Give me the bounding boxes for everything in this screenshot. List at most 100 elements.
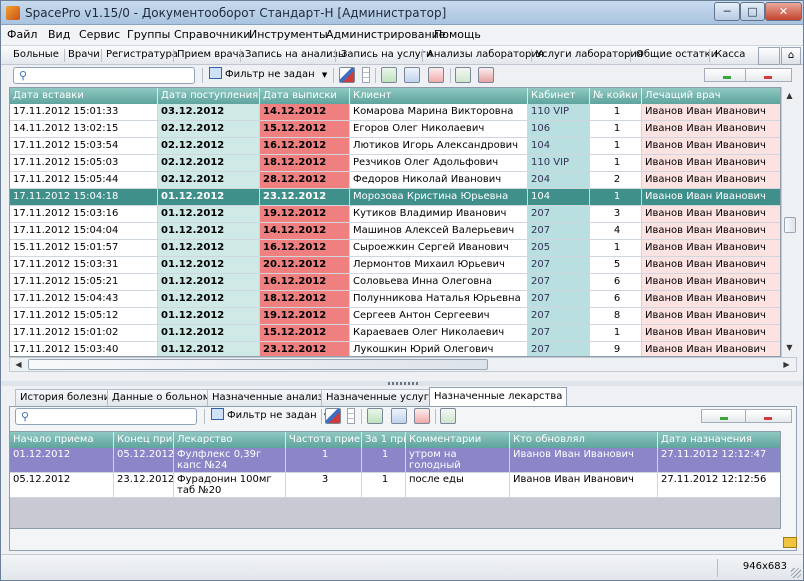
menu-references[interactable]: Справочники bbox=[174, 28, 250, 41]
add-record-icon[interactable] bbox=[367, 408, 383, 424]
detail-layout-red-button[interactable] bbox=[745, 409, 792, 423]
col-header-bed[interactable]: № койки bbox=[590, 88, 642, 104]
col-header-discharge[interactable]: Дата выписки bbox=[260, 88, 350, 104]
cell-doctor: Иванов Иван Иванович bbox=[642, 104, 780, 120]
scroll-up-icon[interactable]: ▲ bbox=[783, 89, 796, 102]
table-row[interactable]: 17.11.2012 15:03:16 01.12.2012 19.12.2012 К… bbox=[10, 206, 780, 223]
nav-lab-services[interactable]: Услуги лаборатория bbox=[536, 49, 643, 60]
scroll-left-icon[interactable]: ◀ bbox=[12, 358, 25, 371]
table-row[interactable]: 17.11.2012 15:05:44 02.12.2012 28.12.2012 Ф… bbox=[10, 172, 780, 189]
col-header-start[interactable]: Начало приема bbox=[10, 432, 114, 448]
nav-doctors[interactable]: Врачи bbox=[68, 49, 100, 60]
main-filter-button[interactable]: Фильтр не задан ▼ bbox=[209, 67, 327, 84]
col-header-inserted[interactable]: Дата вставки bbox=[10, 88, 158, 104]
table-row[interactable]: 15.11.2012 15:01:57 01.12.2012 16.12.2012 С… bbox=[10, 240, 780, 257]
col-header-assigned[interactable]: Дата назначения bbox=[658, 432, 780, 448]
table-row[interactable]: 05.12.2012 23.12.2012 Фурадонин 100мг таб … bbox=[10, 473, 780, 498]
app-logo-icon bbox=[6, 6, 20, 20]
menu-view[interactable]: Вид bbox=[48, 28, 70, 41]
menu-administration[interactable]: Администрирование bbox=[326, 28, 446, 41]
export-icon[interactable] bbox=[440, 408, 456, 424]
col-header-doctor[interactable]: Лечащий врач bbox=[642, 88, 780, 104]
main-search-input[interactable]: ⚲ bbox=[13, 67, 195, 84]
menu-file[interactable]: Файл bbox=[7, 28, 37, 41]
table-row[interactable]: 17.11.2012 15:05:21 01.12.2012 16.12.2012 С… bbox=[10, 274, 780, 291]
delete-record-icon[interactable] bbox=[428, 67, 444, 83]
col-header-updated-by[interactable]: Кто обновлял bbox=[510, 432, 658, 448]
tab-patient-data[interactable]: Данные о больном bbox=[107, 389, 216, 406]
table-row[interactable]: 17.11.2012 15:01:33 03.12.2012 14.12.2012 К… bbox=[10, 104, 780, 121]
tab-assigned-services[interactable]: Назначенные услуги bbox=[321, 389, 441, 406]
table-row[interactable]: 01.12.2012 05.12.2012 Фулфлекс 0,39г капс … bbox=[10, 448, 780, 473]
calendar-icon[interactable] bbox=[339, 67, 355, 83]
nav-stock[interactable]: Общие остатки bbox=[636, 49, 717, 60]
cell-room: 207 bbox=[528, 342, 590, 356]
table-row[interactable]: 17.11.2012 15:04:43 01.12.2012 18.12.2012 П… bbox=[10, 291, 780, 308]
table-row[interactable]: 17.11.2012 15:04:04 01.12.2012 14.12.2012 М… bbox=[10, 223, 780, 240]
nav-pin-icon[interactable]: ⌂ bbox=[781, 47, 801, 65]
table-row[interactable]: 17.11.2012 15:03:31 01.12.2012 20.12.2012 Л… bbox=[10, 257, 780, 274]
print-icon[interactable] bbox=[478, 67, 494, 83]
resize-grip-icon[interactable] bbox=[791, 568, 801, 578]
export-icon[interactable] bbox=[455, 67, 471, 83]
col-header-per-dose[interactable]: За 1 при bbox=[362, 432, 406, 448]
layout-red-button[interactable] bbox=[745, 68, 792, 82]
column-chooser-icon[interactable] bbox=[362, 67, 370, 83]
layout-green-button[interactable] bbox=[704, 68, 751, 82]
edit-record-icon[interactable] bbox=[404, 67, 420, 83]
menu-service[interactable]: Сервис bbox=[79, 28, 120, 41]
menu-tools[interactable]: Инструменты bbox=[249, 28, 328, 41]
nav-home-icon[interactable] bbox=[758, 47, 780, 65]
close-button[interactable]: ✕ bbox=[765, 2, 802, 21]
nav-analysis-booking[interactable]: Запись на анализы bbox=[245, 49, 346, 60]
menu-help[interactable]: Помощь bbox=[434, 28, 481, 41]
col-header-admission[interactable]: Дата поступления bbox=[158, 88, 260, 104]
table-row[interactable]: 17.11.2012 15:04:18 01.12.2012 23.12.2012 М… bbox=[10, 189, 780, 206]
table-row[interactable]: 17.11.2012 15:01:02 01.12.2012 15.12.2012 К… bbox=[10, 325, 780, 342]
col-header-comment[interactable]: Комментарии bbox=[406, 432, 510, 448]
scroll-right-icon[interactable]: ▶ bbox=[780, 358, 793, 371]
cell-bed: 6 bbox=[590, 291, 642, 307]
table-row[interactable]: 17.11.2012 15:03:54 02.12.2012 16.12.2012 Л… bbox=[10, 138, 780, 155]
table-row[interactable]: 17.11.2012 15:05:12 01.12.2012 19.12.2012 С… bbox=[10, 308, 780, 325]
col-header-drug[interactable]: Лекарство bbox=[174, 432, 286, 448]
hscroll-thumb[interactable] bbox=[28, 359, 488, 370]
detail-filter-button[interactable]: Фильтр не задан ▼ bbox=[211, 408, 329, 425]
cell-bed: 2 bbox=[590, 172, 642, 188]
patients-grid-hscrollbar[interactable]: ◀ ▶ bbox=[9, 357, 797, 372]
nav-registry[interactable]: Регистратура bbox=[106, 49, 178, 60]
detail-search-input[interactable]: ⚲ bbox=[15, 408, 197, 425]
notes-icon[interactable] bbox=[783, 537, 797, 548]
cell-inserted: 17.11.2012 15:03:54 bbox=[10, 138, 158, 154]
nav-patients[interactable]: Больные bbox=[13, 49, 59, 60]
nav-doctor-appointment[interactable]: Прием врача bbox=[177, 49, 245, 60]
edit-record-icon[interactable] bbox=[391, 408, 407, 424]
nav-lab-analyses[interactable]: Анализы лаборатория bbox=[427, 49, 544, 60]
column-chooser-icon[interactable] bbox=[347, 408, 355, 424]
col-header-frequency[interactable]: Частота прием bbox=[286, 432, 362, 448]
nav-separator bbox=[173, 49, 174, 62]
table-row[interactable]: 17.11.2012 15:03:40 01.12.2012 23.12.2012 Л… bbox=[10, 342, 780, 356]
cell-drug: Фулфлекс 0,39г капс №24 bbox=[174, 448, 286, 472]
table-row[interactable]: 14.11.2012 13:02:15 02.12.2012 15.12.2012 Е… bbox=[10, 121, 780, 138]
col-header-room[interactable]: Кабинет bbox=[528, 88, 590, 104]
tab-history[interactable]: История болезни bbox=[15, 389, 116, 406]
delete-record-icon[interactable] bbox=[414, 408, 430, 424]
panel-splitter[interactable] bbox=[1, 381, 803, 386]
scroll-down-icon[interactable]: ▼ bbox=[783, 341, 796, 354]
scroll-thumb[interactable] bbox=[784, 217, 796, 233]
nav-service-booking[interactable]: Запись на услуги bbox=[341, 49, 432, 60]
patients-grid-scrollbar[interactable]: ▲ ▼ bbox=[781, 87, 797, 357]
table-row[interactable]: 17.11.2012 15:05:03 02.12.2012 18.12.2012 Р… bbox=[10, 155, 780, 172]
tab-assigned-drugs[interactable]: Назначенные лекарства bbox=[429, 387, 568, 407]
col-header-end[interactable]: Конец прием bbox=[114, 432, 174, 448]
nav-cashier[interactable]: Касса bbox=[715, 49, 745, 60]
calendar-icon[interactable] bbox=[325, 408, 341, 424]
minimize-button[interactable]: ─ bbox=[714, 2, 740, 21]
add-record-icon[interactable] bbox=[381, 67, 397, 83]
menu-groups[interactable]: Группы bbox=[127, 28, 170, 41]
detail-layout-green-button[interactable] bbox=[701, 409, 748, 423]
maximize-button[interactable]: □ bbox=[740, 2, 765, 21]
col-header-client[interactable]: Клиент bbox=[350, 88, 528, 104]
tab-assigned-analyses[interactable]: Назначенные анализы bbox=[207, 389, 336, 406]
